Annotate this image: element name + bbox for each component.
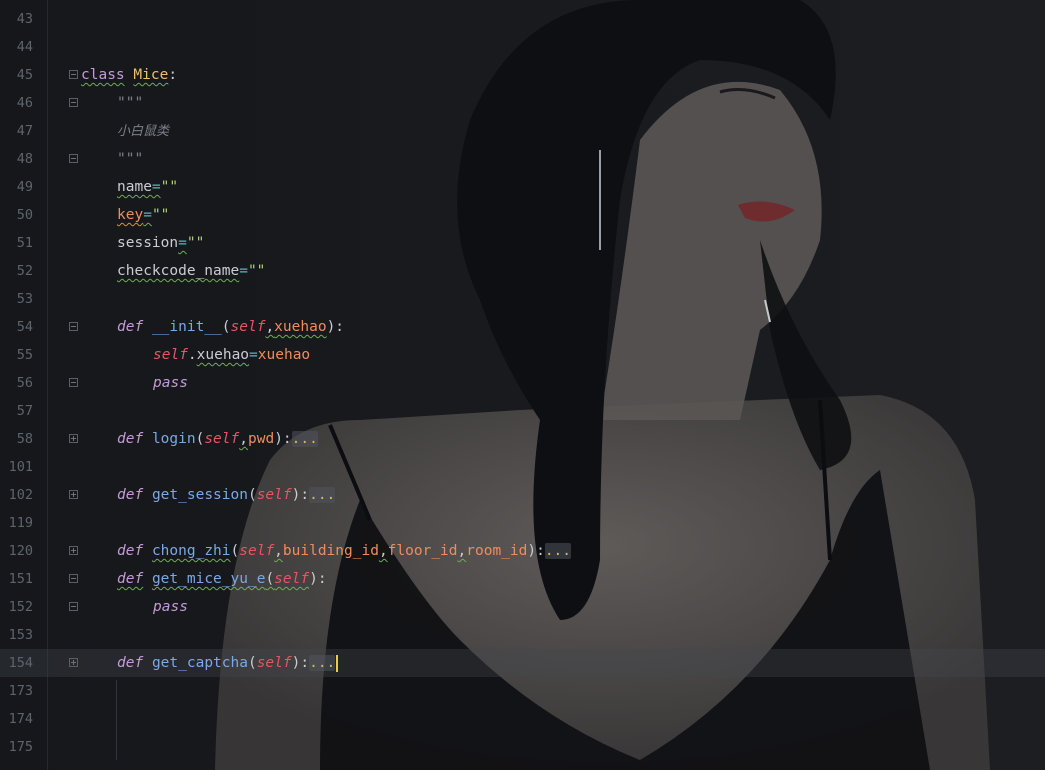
code-line[interactable]: 175 — [0, 733, 1045, 761]
fold-expand-icon[interactable] — [69, 490, 78, 499]
code-content: def get_mice_yu_e(self): — [117, 571, 327, 587]
code-line[interactable]: 55 self.xuehao=xuehao — [0, 341, 1045, 369]
line-number: 120 — [8, 543, 33, 559]
line-number: 153 — [8, 627, 33, 643]
code-content: def chong_zhi(self,building_id,floor_id,… — [117, 543, 572, 559]
code-content: """ — [117, 95, 144, 111]
code-content: 小白鼠类 — [117, 124, 170, 139]
line-number: 53 — [16, 291, 33, 307]
code-line[interactable]: 51 session="" — [0, 229, 1045, 257]
code-content: self.xuehao=xuehao — [153, 347, 311, 363]
fold-close-icon[interactable] — [69, 378, 78, 387]
code-line[interactable]: 54 def __init__(self,xuehao): — [0, 313, 1045, 341]
code-content: pass — [153, 599, 188, 615]
code-line[interactable]: 49 name="" — [0, 173, 1045, 201]
line-number: 151 — [8, 571, 33, 587]
line-number: 52 — [16, 263, 33, 279]
code-line[interactable]: 101 — [0, 453, 1045, 481]
folded-code-placeholder[interactable]: ... — [309, 487, 336, 503]
code-line[interactable]: 174 — [0, 705, 1045, 733]
text-caret — [336, 654, 339, 672]
fold-open-icon[interactable] — [69, 98, 78, 107]
line-number: 102 — [8, 487, 33, 503]
line-number: 101 — [8, 459, 33, 475]
fold-open-icon[interactable] — [69, 70, 78, 79]
line-number: 49 — [16, 179, 33, 195]
code-line[interactable]: 53 — [0, 285, 1045, 313]
line-number: 173 — [8, 683, 33, 699]
code-content: def login(self,pwd):... — [117, 431, 318, 447]
code-content: def get_captcha(self):... — [117, 649, 339, 677]
fold-expand-icon[interactable] — [69, 546, 78, 555]
code-line[interactable]: 58 def login(self,pwd):... — [0, 425, 1045, 453]
code-content: pass — [153, 375, 188, 391]
line-number: 57 — [16, 403, 33, 419]
fold-expand-icon[interactable] — [69, 658, 78, 667]
code-line[interactable]: 57 — [0, 397, 1045, 425]
line-number: 43 — [16, 11, 33, 27]
line-number: 51 — [16, 235, 33, 251]
fold-close-icon[interactable] — [69, 602, 78, 611]
code-content: session="" — [117, 235, 205, 251]
line-number: 56 — [16, 375, 33, 391]
code-content: def __init__(self,xuehao): — [117, 319, 345, 335]
code-content: checkcode_name="" — [117, 263, 266, 279]
code-line[interactable]: 153 — [0, 621, 1045, 649]
folded-code-placeholder[interactable]: ... — [309, 655, 336, 671]
line-number: 47 — [16, 123, 33, 139]
code-content: """ — [117, 151, 144, 167]
code-line[interactable]: 44 — [0, 33, 1045, 61]
code-line[interactable]: 47 小白鼠类 — [0, 117, 1045, 145]
line-number: 50 — [16, 207, 33, 223]
code-line[interactable]: 102 def get_session(self):... — [0, 481, 1045, 509]
code-line[interactable]: 46 """ — [0, 89, 1045, 117]
code-line[interactable]: 151 def get_mice_yu_e(self): — [0, 565, 1045, 593]
fold-expand-icon[interactable] — [69, 434, 78, 443]
line-number: 46 — [16, 95, 33, 111]
line-number: 152 — [8, 599, 33, 615]
line-number: 55 — [16, 347, 33, 363]
fold-open-icon[interactable] — [69, 574, 78, 583]
line-number: 44 — [16, 39, 33, 55]
line-number: 175 — [8, 739, 33, 755]
code-line[interactable]: 56 pass — [0, 369, 1045, 397]
code-line[interactable]: 48 """ — [0, 145, 1045, 173]
code-line[interactable]: 119 — [0, 509, 1045, 537]
line-number: 154 — [8, 655, 33, 671]
current-code-line[interactable]: 154 def get_captcha(self):... — [0, 649, 1045, 677]
code-content: class Mice: — [81, 67, 178, 83]
code-line[interactable]: 45 class Mice: — [0, 61, 1045, 89]
code-content: name="" — [117, 179, 179, 195]
line-number: 45 — [16, 67, 33, 83]
line-number: 174 — [8, 711, 33, 727]
folded-code-placeholder[interactable]: ... — [291, 431, 318, 447]
fold-close-icon[interactable] — [69, 154, 78, 163]
code-line[interactable]: 43 — [0, 5, 1045, 33]
code-line[interactable]: 152 pass — [0, 593, 1045, 621]
code-line[interactable]: 173 — [0, 677, 1045, 705]
code-content: def get_session(self):... — [117, 487, 336, 503]
line-number: 48 — [16, 151, 33, 167]
fold-open-icon[interactable] — [69, 322, 78, 331]
folded-code-placeholder[interactable]: ... — [544, 543, 572, 559]
line-number: 58 — [16, 431, 33, 447]
code-line[interactable]: 52 checkcode_name="" — [0, 257, 1045, 285]
code-content: key="" — [117, 207, 170, 223]
code-line[interactable]: 50 key="" — [0, 201, 1045, 229]
code-line[interactable]: 120 def chong_zhi(self,building_id,floor… — [0, 537, 1045, 565]
line-number: 54 — [16, 319, 33, 335]
line-number: 119 — [8, 515, 33, 531]
code-editor[interactable]: 43 44 45 class Mice: 46 """ 47 小白鼠类 48 "… — [0, 5, 1045, 761]
